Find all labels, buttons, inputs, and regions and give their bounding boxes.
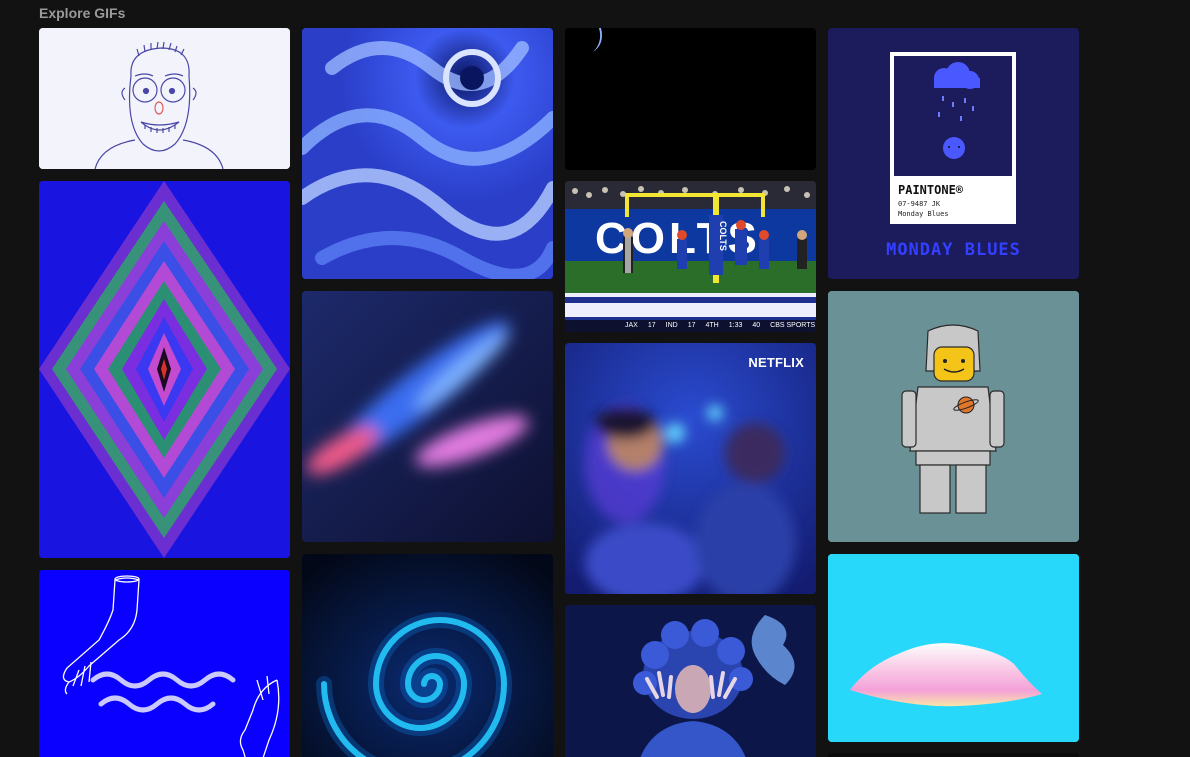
gif-tile-psychedelic-diamond[interactable] — [39, 181, 290, 558]
gif-cartoon-bald-man-art — [39, 28, 290, 169]
rain-cloud-icon — [894, 56, 1012, 176]
paintone-brand: PAINTONE® — [898, 183, 964, 197]
gif-hands-water-art — [39, 570, 290, 757]
gif-tile-lego-astronaut-sketch[interactable] — [828, 291, 1079, 542]
gif-tile-blurred-light-streaks[interactable] — [302, 291, 553, 542]
gif-tile-colts-field-goal[interactable]: COLTS COLTS JAX 17 IND 17 4TH 1:33 40 CB… — [565, 181, 816, 332]
gif-explore-page: Explore GIFs COLTS COLTS JAX 17 IND 17 4… — [0, 0, 1190, 757]
away-team: JAX — [625, 322, 638, 329]
gif-light-streaks-art — [302, 291, 553, 542]
play-clock: 40 — [752, 322, 761, 329]
gif-pink-cloud-art — [828, 554, 1079, 742]
gif-tile-blue-haired-performer[interactable] — [565, 605, 816, 757]
netflix-badge: NETFLIX — [748, 355, 804, 370]
gif-party-scene-art — [565, 343, 816, 594]
colts-post-text: COLTS — [718, 221, 728, 251]
gif-lego-astronaut-art — [828, 291, 1079, 542]
gif-tile-blue-swirl-abstract[interactable] — [302, 28, 553, 279]
section-title: Explore GIFs — [39, 5, 126, 21]
gif-tile-pink-cloud-cyan[interactable] — [828, 554, 1079, 742]
home-team: IND — [665, 322, 678, 329]
gif-tile-cyan-spiral-tunnel[interactable] — [302, 554, 553, 757]
gif-tile-cartoon-bald-man[interactable] — [39, 28, 290, 169]
gif-tile-paintone-monday-blues[interactable]: PAINTONE® 07-9487 JK Monday Blues MONDAY… — [828, 28, 1079, 279]
gif-cyan-spiral-art — [302, 554, 553, 757]
monday-blues-caption: MONDAY BLUES — [886, 240, 1021, 260]
gif-colts-field-art: COLTS COLTS — [565, 181, 816, 332]
gif-tile-dark-crescent[interactable] — [565, 28, 816, 170]
gif-tile-partial-bottom[interactable] — [828, 753, 1079, 757]
away-score: 17 — [647, 322, 656, 329]
game-clock: 1:33 — [728, 322, 743, 329]
paintone-card: PAINTONE® 07-9487 JK Monday Blues — [890, 52, 1016, 224]
gif-tile-hands-water-line-art[interactable] — [39, 570, 290, 757]
gif-dark-crescent-art — [565, 28, 816, 170]
gif-performer-art — [565, 605, 816, 757]
quarter: 4TH — [705, 322, 719, 329]
paintone-swatch — [894, 56, 1012, 176]
gif-blue-swirl-art — [302, 28, 553, 279]
network-logo: CBS SPORTS — [770, 322, 816, 329]
gif-psychedelic-diamond-art — [39, 181, 290, 558]
paintone-name: Monday Blues — [898, 210, 949, 218]
scoreboard-bar: JAX 17 IND 17 4TH 1:33 40 CBS SPORTS — [565, 320, 816, 332]
gif-tile-netflix-party-scene[interactable]: NETFLIX — [565, 343, 816, 594]
paintone-code: 07-9487 JK — [898, 200, 941, 208]
home-score: 17 — [687, 322, 696, 329]
